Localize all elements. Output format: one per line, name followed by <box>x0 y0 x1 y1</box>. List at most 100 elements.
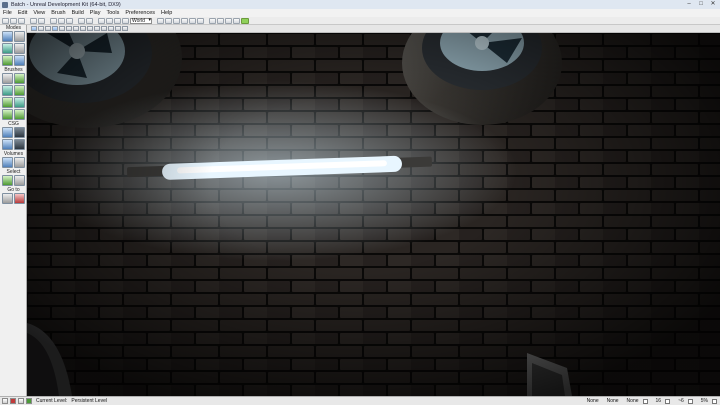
light-complexity-icon[interactable] <box>73 26 79 31</box>
volume-options-icon[interactable] <box>13 157 25 168</box>
open-icon[interactable] <box>10 17 17 24</box>
texture-density-icon[interactable] <box>80 26 86 31</box>
play-in-editor-icon[interactable] <box>241 17 249 24</box>
game-view-icon[interactable] <box>101 26 107 31</box>
levels-icon[interactable] <box>18 398 24 404</box>
close-button[interactable]: ✕ <box>708 1 718 8</box>
menu-file[interactable]: File <box>3 10 12 16</box>
lightmap-density-icon[interactable] <box>94 26 100 31</box>
menu-help[interactable]: Help <box>161 10 172 16</box>
current-level-value[interactable]: Persistent Level <box>71 398 107 404</box>
menu-view[interactable]: View <box>33 10 45 16</box>
light-icon[interactable] <box>189 17 196 24</box>
shader-complexity-icon[interactable] <box>87 26 93 31</box>
rotate-icon[interactable] <box>114 17 121 24</box>
mesh-paint-mode-icon[interactable] <box>1 55 13 66</box>
csg-subtract-icon[interactable] <box>13 127 25 138</box>
sphere-brush-icon[interactable] <box>13 109 25 120</box>
menu-bar: File Edit View Brush Build Play Tools Pr… <box>0 9 720 17</box>
viewport-toolbar <box>27 25 720 33</box>
cylinder-brush-icon[interactable] <box>13 85 25 96</box>
lit-icon[interactable] <box>52 26 58 31</box>
csg-add-icon[interactable] <box>1 127 13 138</box>
level-status-icon[interactable] <box>26 398 32 404</box>
texture-mode-icon[interactable] <box>13 43 25 54</box>
scale-snap-checkbox[interactable] <box>687 398 693 404</box>
curved-stair-brush-icon[interactable] <box>1 85 13 96</box>
camera-speed-icon[interactable] <box>122 26 128 31</box>
unlit-icon[interactable] <box>45 26 51 31</box>
filter-icon[interactable] <box>197 17 204 24</box>
autosave-icon[interactable] <box>712 398 717 404</box>
copy-icon[interactable] <box>58 17 65 24</box>
menu-tools[interactable]: Tools <box>107 10 120 16</box>
menu-play[interactable]: Play <box>90 10 101 16</box>
menu-edit[interactable]: Edit <box>18 10 27 16</box>
add-volume-icon[interactable] <box>1 157 13 168</box>
build-lighting-icon[interactable] <box>217 17 224 24</box>
wireframe-icon[interactable] <box>38 26 44 31</box>
current-level-label: Current Level: <box>36 398 68 404</box>
perspective-viewport[interactable] <box>27 33 720 396</box>
browser-icon[interactable] <box>86 17 93 24</box>
build-all-icon[interactable] <box>233 17 240 24</box>
drag-grid-value-b[interactable]: None <box>607 398 619 404</box>
menu-build[interactable]: Build <box>72 10 84 16</box>
camera-icon[interactable] <box>157 17 164 24</box>
csg-deintersect-icon[interactable] <box>13 139 25 150</box>
linear-stair-brush-icon[interactable] <box>1 97 13 108</box>
goto-builder-brush-icon[interactable] <box>13 193 25 204</box>
hide-selected-icon[interactable] <box>13 175 25 186</box>
build-geometry-icon[interactable] <box>209 17 216 24</box>
save-icon[interactable] <box>18 17 25 24</box>
lighting-only-icon[interactable] <box>66 26 72 31</box>
spiral-stair-brush-icon[interactable] <box>1 109 13 120</box>
drag-grid-icon[interactable] <box>2 398 8 404</box>
rotation-snap-checkbox[interactable] <box>665 398 671 404</box>
grid-snap-checkbox[interactable] <box>642 398 648 404</box>
show-flags-icon[interactable] <box>108 26 114 31</box>
lock-icon[interactable] <box>115 26 121 31</box>
landscape-mode-icon[interactable] <box>13 55 25 66</box>
new-icon[interactable] <box>2 17 9 24</box>
menu-preferences[interactable]: Preferences <box>125 10 155 16</box>
menu-brush[interactable]: Brush <box>51 10 65 16</box>
cut-icon[interactable] <box>50 17 57 24</box>
status-bar: Current Level: Persistent Level None Non… <box>0 396 720 405</box>
grid-size-value[interactable]: 16 <box>656 398 662 404</box>
modes-panel: Modes Brushes CSG Volumes Select Go to <box>0 25 27 396</box>
coordinate-system-select[interactable]: World <box>130 17 152 24</box>
drag-grid-value-a[interactable]: None <box>587 398 599 404</box>
drag-grid-value-c[interactable]: None <box>627 398 639 404</box>
move-icon[interactable] <box>106 17 113 24</box>
brush-icon[interactable] <box>181 17 188 24</box>
geometry-mode-icon[interactable] <box>13 31 25 42</box>
camera-mode-icon[interactable] <box>1 31 13 42</box>
snap-icon[interactable] <box>173 17 180 24</box>
csg-intersect-icon[interactable] <box>1 139 13 150</box>
cube-brush-icon[interactable] <box>1 73 13 84</box>
goto-actor-icon[interactable] <box>1 193 13 204</box>
rotation-snap-value[interactable]: ~6 <box>678 398 684 404</box>
app-icon <box>2 1 8 8</box>
grid-icon[interactable] <box>165 17 172 24</box>
title-bar: Batch - Unreal Development Kit (64-bit, … <box>0 0 720 9</box>
paste-icon[interactable] <box>66 17 73 24</box>
window-controls: – □ ✕ <box>684 0 718 9</box>
record-icon[interactable] <box>10 398 16 404</box>
search-icon[interactable] <box>78 17 85 24</box>
redo-icon[interactable] <box>38 17 45 24</box>
select-icon[interactable] <box>98 17 105 24</box>
undo-icon[interactable] <box>30 17 37 24</box>
build-paths-icon[interactable] <box>225 17 232 24</box>
cone-brush-icon[interactable] <box>13 73 25 84</box>
sheet-brush-icon[interactable] <box>13 97 25 108</box>
scale-icon[interactable] <box>122 17 129 24</box>
maximize-button[interactable]: □ <box>696 1 706 8</box>
scale-snap-value[interactable]: 5% <box>701 398 708 404</box>
terrain-mode-icon[interactable] <box>1 43 13 54</box>
detail-lighting-icon[interactable] <box>59 26 65 31</box>
minimize-button[interactable]: – <box>684 1 694 8</box>
show-selected-icon[interactable] <box>1 175 13 186</box>
realtime-icon[interactable] <box>31 26 37 31</box>
